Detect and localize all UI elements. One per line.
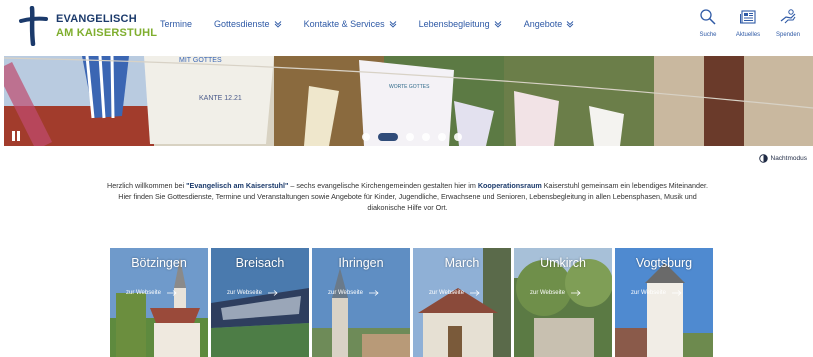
intro-paragraph-1: Herzlich willkommen bei "Evangelisch am … bbox=[100, 180, 715, 191]
chevron-down-icon bbox=[566, 20, 574, 28]
parish-tile-ihringen[interactable]: Ihringen zur Webseite bbox=[312, 248, 410, 357]
search-icon bbox=[700, 9, 716, 25]
website-link[interactable]: zur Webseite bbox=[429, 290, 480, 296]
donate-hand-icon bbox=[780, 9, 796, 24]
header-tools: Suche Aktuelles Spenden bbox=[687, 8, 807, 38]
parish-name: Vogtsburg bbox=[635, 256, 693, 270]
donate-label: Spenden bbox=[775, 32, 801, 38]
main-nav: Termine Gottesdienste Kontakte & Service… bbox=[160, 16, 596, 32]
arrow-right-icon bbox=[570, 290, 581, 296]
website-link-label: zur Webseite bbox=[631, 290, 666, 296]
parish-tile-march[interactable]: March zur Webseite bbox=[413, 248, 511, 357]
parish-name: March bbox=[444, 256, 480, 270]
website-link[interactable]: zur Webseite bbox=[126, 290, 177, 296]
cross-icon bbox=[19, 6, 48, 46]
site-logo[interactable]: EVANGELISCH AM KAISERSTUHL bbox=[18, 6, 158, 46]
parish-tile-breisach[interactable]: Breisach zur Webseite bbox=[211, 248, 309, 357]
nav-item-label: Lebensbegleitung bbox=[418, 19, 490, 29]
intro-strong-kooperationsraum: Kooperationsraum bbox=[477, 181, 542, 190]
news-button[interactable]: Aktuelles bbox=[729, 8, 767, 38]
site-header: EVANGELISCH AM KAISERSTUHL Termine Gotte… bbox=[0, 0, 813, 52]
slider-dot[interactable] bbox=[454, 133, 462, 141]
website-link[interactable]: zur Webseite bbox=[530, 290, 581, 296]
parish-tile-boetzingen[interactable]: Bötzingen zur Webseite bbox=[110, 248, 208, 357]
nightmode-label: Nachtmodus bbox=[770, 155, 808, 162]
flag-text: KANTE 12.21 bbox=[199, 95, 242, 102]
arrow-right-icon bbox=[469, 290, 480, 296]
website-link-label: zur Webseite bbox=[328, 290, 363, 296]
nav-item-kontakte-services[interactable]: Kontakte & Services bbox=[304, 19, 397, 29]
hero-slider[interactable]: MIT GOTTES KANTE 12.21 WORTE GOTTES bbox=[4, 56, 813, 146]
slider-dots bbox=[362, 133, 470, 141]
donate-button[interactable]: Spenden bbox=[769, 8, 807, 38]
nav-item-label: Termine bbox=[160, 19, 193, 29]
logo-text-line1: EVANGELISCH bbox=[56, 13, 137, 25]
arrow-right-icon bbox=[267, 290, 278, 296]
nightmode-toggle[interactable]: Nachtmodus bbox=[758, 154, 808, 163]
arrow-right-icon bbox=[368, 290, 379, 296]
news-label: Aktuelles bbox=[735, 32, 761, 38]
intro-text: Herzlich willkommen bei "Evangelisch am … bbox=[100, 180, 715, 213]
intro-text-part: Kaiserstuhl gemeinsam ein lebendiges Mit… bbox=[541, 181, 708, 190]
intro-text-part: – sechs evangelische Kirchengemeinden ge… bbox=[288, 181, 478, 190]
nav-item-lebensbegleitung[interactable]: Lebensbegleitung bbox=[419, 19, 502, 29]
arrow-right-icon bbox=[671, 290, 682, 296]
parish-name: Bötzingen bbox=[131, 256, 187, 270]
search-button[interactable]: Suche bbox=[689, 8, 727, 38]
logo-text-line2: AM KAISERSTUHL bbox=[56, 27, 158, 39]
nav-item-label: Gottesdienste bbox=[214, 19, 270, 29]
flag-text: WORTE GOTTES bbox=[389, 84, 430, 90]
website-link-label: zur Webseite bbox=[227, 290, 262, 296]
intro-strong-site: "Evangelisch am Kaiserstuhl" bbox=[186, 181, 289, 190]
parish-name: Ihringen bbox=[338, 256, 384, 270]
slider-dot-active[interactable] bbox=[378, 133, 398, 141]
chevron-down-icon bbox=[389, 20, 397, 28]
website-link-label: zur Webseite bbox=[126, 290, 161, 296]
parish-tiles: Bötzingen zur Webseite Breisach zur Webs… bbox=[110, 248, 716, 357]
half-moon-icon bbox=[758, 154, 768, 163]
nav-item-termine[interactable]: Termine bbox=[160, 19, 192, 29]
arrow-right-icon bbox=[166, 290, 177, 296]
search-label: Suche bbox=[699, 32, 717, 38]
slider-dot[interactable] bbox=[406, 133, 414, 141]
website-link-label: zur Webseite bbox=[530, 290, 565, 296]
parish-name: Umkirch bbox=[540, 256, 586, 270]
parish-name: Breisach bbox=[235, 256, 285, 270]
slider-dot[interactable] bbox=[362, 133, 370, 141]
nav-item-label: Angebote bbox=[523, 19, 563, 29]
slider-dot[interactable] bbox=[438, 133, 446, 141]
website-link[interactable]: zur Webseite bbox=[631, 290, 682, 296]
nav-item-label: Kontakte & Services bbox=[303, 19, 385, 29]
website-link[interactable]: zur Webseite bbox=[227, 290, 278, 296]
flag-text: MIT GOTTES bbox=[179, 57, 222, 64]
parish-tile-vogtsburg[interactable]: Vogtsburg zur Webseite bbox=[615, 248, 713, 357]
intro-paragraph-2: Hier finden Sie Gottesdienste, Termine u… bbox=[118, 192, 697, 212]
website-link[interactable]: zur Webseite bbox=[328, 290, 379, 296]
pause-button[interactable] bbox=[11, 130, 21, 142]
nav-item-gottesdienste[interactable]: Gottesdienste bbox=[214, 19, 282, 29]
intro-text-part: Herzlich willkommen bei bbox=[107, 181, 187, 190]
nav-item-angebote[interactable]: Angebote bbox=[524, 19, 575, 29]
parish-tile-umkirch[interactable]: Umkirch zur Webseite bbox=[514, 248, 612, 357]
website-link-label: zur Webseite bbox=[429, 290, 464, 296]
slider-dot[interactable] bbox=[422, 133, 430, 141]
chevron-down-icon bbox=[494, 20, 502, 28]
chevron-down-icon bbox=[274, 20, 282, 28]
newspaper-icon bbox=[740, 10, 756, 24]
